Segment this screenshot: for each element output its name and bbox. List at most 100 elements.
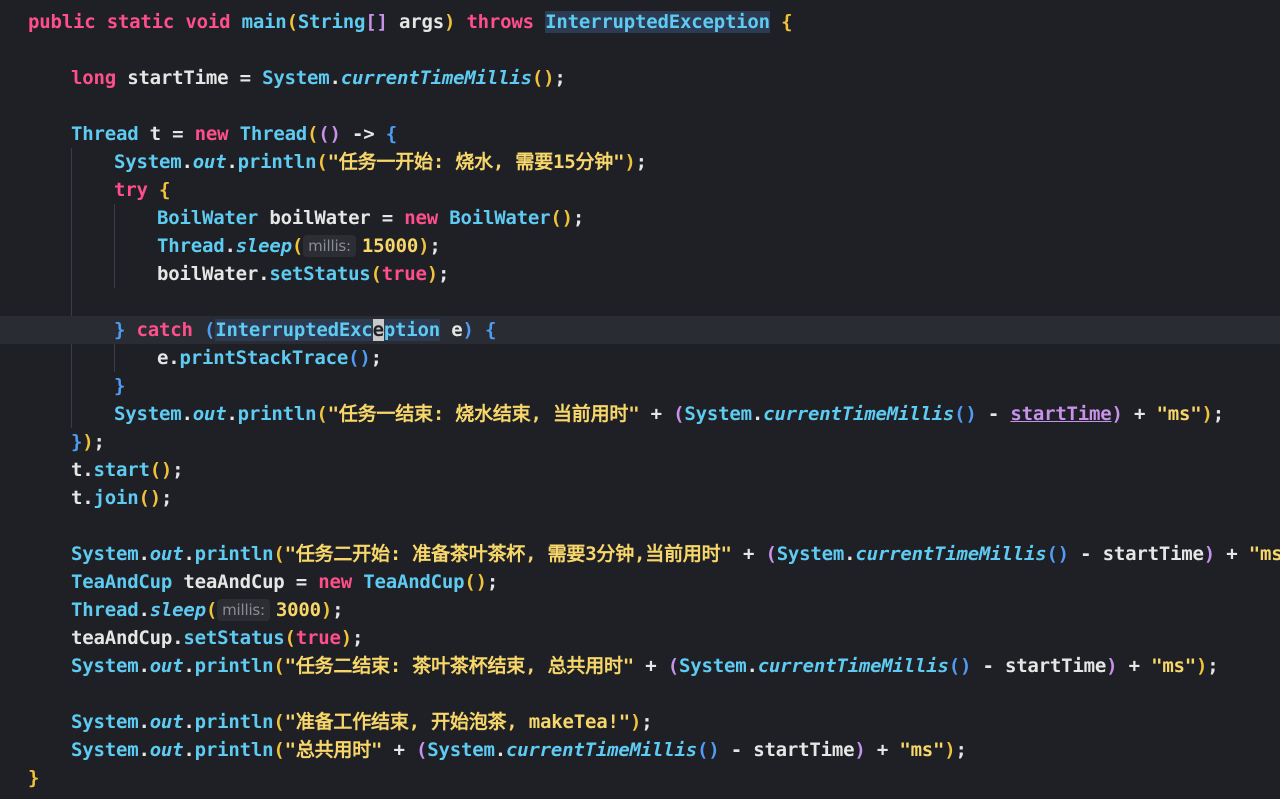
paren-token: ( [273, 543, 285, 565]
code-line[interactable] [0, 680, 1280, 708]
code-editor[interactable]: public static void main(String[] args) t… [0, 0, 1280, 799]
paren-token: () [531, 67, 555, 89]
code-line[interactable] [0, 288, 1280, 316]
code-line[interactable] [0, 92, 1280, 120]
operator-token: . [751, 403, 764, 425]
paren-token: ( [203, 319, 216, 341]
keyword-token: true [381, 263, 427, 285]
highlighted-type: InterruptedException [545, 11, 770, 33]
type-token: TeaAndCup [363, 571, 465, 593]
code-line[interactable]: long startTime = System.currentTimeMilli… [0, 64, 1280, 92]
operator-token: . [138, 655, 150, 677]
method-token: start [93, 459, 150, 481]
static-member-token: currentTimeMillis [855, 543, 1047, 565]
identifier-token: - startTime [971, 655, 1107, 677]
type-token: System [427, 739, 495, 761]
type-token: BoilWater [157, 207, 259, 229]
operator-token: ; [332, 599, 344, 621]
code-line[interactable]: e.printStackTrace(); [0, 344, 1280, 372]
paren-token: ) [854, 739, 866, 761]
operator-token: . [138, 711, 150, 733]
code-line[interactable]: } [0, 764, 1280, 792]
keyword-token: new [318, 571, 352, 593]
paren-token: ( [284, 627, 296, 649]
static-member-token: out [149, 711, 184, 733]
method-token: println [237, 403, 317, 425]
static-member-token: sleep [235, 235, 292, 257]
code-line[interactable]: Thread t = new Thread(() -> { [0, 120, 1280, 148]
paren-token: ( [416, 739, 428, 761]
static-member-token: out [149, 739, 184, 761]
paren-token: ) [1201, 403, 1213, 425]
type-token: System [71, 655, 139, 677]
code-line[interactable]: boilWater.setStatus(true); [0, 260, 1280, 288]
paren-token: ( [667, 655, 679, 677]
code-line[interactable]: teaAndCup.setStatus(true); [0, 624, 1280, 652]
operator-token: . [138, 543, 150, 565]
code-line[interactable]: System.out.println("准备工作结束, 开始泡茶, makeTe… [0, 708, 1280, 736]
operator-token: . [183, 711, 195, 733]
param-hint: millis: [303, 235, 356, 257]
method-token: setStatus [183, 627, 285, 649]
code-line[interactable]: BoilWater boilWater = new BoilWater(); [0, 204, 1280, 232]
operator-token: . [181, 151, 193, 173]
code-line[interactable]: try { [0, 176, 1280, 204]
operator-token: ; [554, 67, 566, 89]
operator-token: . [183, 739, 195, 761]
keyword-token: true [295, 627, 341, 649]
code-line[interactable]: System.out.println("任务一开始: 烧水, 需要15分钟"); [0, 148, 1280, 176]
code-line[interactable] [0, 512, 1280, 540]
paren-token: ) [1106, 655, 1118, 677]
identifier-token: teaAndCup = [172, 571, 319, 593]
string-literal: "ms" [899, 739, 945, 761]
paren-token: () [348, 347, 371, 369]
paren-token: ) [1203, 543, 1216, 565]
number-literal: 3000 [275, 599, 321, 621]
method-token: setStatus [269, 263, 371, 285]
code-line[interactable]: }); [0, 428, 1280, 456]
identifier-token: teaAndCup. [71, 627, 184, 649]
code-line[interactable]: } catch (InterruptedException e) { [0, 316, 1280, 344]
type-token: System [71, 711, 139, 733]
operator-token: ; [370, 347, 382, 369]
code-line[interactable] [0, 36, 1280, 64]
static-member-token: out [149, 543, 184, 565]
number-literal: 15000 [361, 235, 419, 257]
paren-token: ) [462, 319, 474, 341]
identifier-token: startTime = [115, 67, 263, 89]
code-line[interactable]: Thread.sleep(millis: 15000); [0, 232, 1280, 260]
code-line[interactable]: System.out.println("任务二结束: 茶叶茶杯结束, 总共用时"… [0, 652, 1280, 680]
code-line[interactable]: } [0, 372, 1280, 400]
paren-token: ) [944, 739, 956, 761]
code-line[interactable]: System.out.println("总共用时" + (System.curr… [0, 736, 1280, 764]
paren-token: { [485, 319, 497, 341]
identifier-token: t. [71, 487, 94, 509]
code-line[interactable]: System.out.println("任务二开始: 准备茶叶茶杯, 需要3分钟… [0, 540, 1280, 568]
keyword-token: new [404, 207, 438, 229]
param-hint: millis: [217, 599, 270, 621]
operator-token: ; [955, 739, 967, 761]
type-token: System [684, 403, 752, 425]
type-token: BoilWater [449, 207, 551, 229]
identifier-token: boilWater. [157, 263, 270, 285]
code-line[interactable]: public static void main(String[] args) t… [0, 8, 1280, 36]
code-line[interactable]: TeaAndCup teaAndCup = new TeaAndCup(); [0, 568, 1280, 596]
keyword-token: try [114, 179, 148, 201]
type-token: System [114, 403, 182, 425]
string-literal: "ms" [1151, 655, 1197, 677]
operator-token: ; [160, 487, 173, 509]
static-member-token: currentTimeMillis [505, 739, 697, 761]
code-line[interactable]: Thread.sleep(millis: 3000); [0, 596, 1280, 624]
identifier-token: t. [71, 459, 94, 481]
code-line[interactable]: t.join(); [0, 484, 1280, 512]
type-token: System [679, 655, 747, 677]
variable-reference: startTime [1010, 403, 1112, 425]
code-line[interactable]: t.start(); [0, 456, 1280, 484]
code-line[interactable]: System.out.println("任务一结束: 烧水结束, 当前用时" +… [0, 400, 1280, 428]
keyword-token: new [194, 123, 229, 145]
string-literal: "ms" [1156, 403, 1202, 425]
